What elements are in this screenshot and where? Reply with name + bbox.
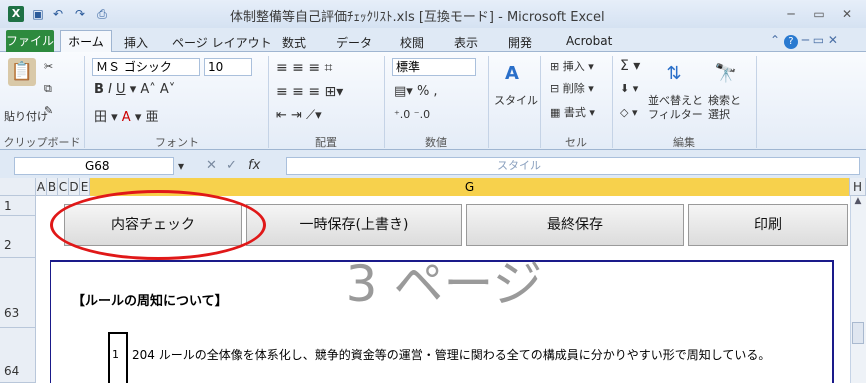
- name-box-dropdown-icon[interactable]: ▾: [178, 159, 184, 173]
- formula-enter-icon[interactable]: ✓: [226, 158, 237, 173]
- tab-view[interactable]: 表示: [454, 34, 478, 52]
- tab-developer[interactable]: 開発: [508, 34, 532, 52]
- print-preview-icon[interactable]: ⎙: [94, 6, 110, 22]
- section-heading: 【ルールの周知について】: [72, 294, 228, 309]
- temporary-save-button[interactable]: 一時保存(上書き): [246, 204, 462, 246]
- styles-icon[interactable]: A: [498, 60, 526, 88]
- help-icon[interactable]: ?: [783, 35, 798, 49]
- group-separator: [488, 56, 489, 148]
- autosum-icon[interactable]: Σ ▾: [620, 58, 640, 74]
- styles-button[interactable]: スタイル: [494, 92, 538, 108]
- find-select-icon[interactable]: 🔭: [712, 60, 740, 88]
- find-select-label-2[interactable]: 選択: [708, 106, 730, 122]
- font-border-fill-buttons[interactable]: 田 ▾ A ▾ 亜: [94, 106, 159, 125]
- cells-group-label: セル: [565, 136, 587, 149]
- vertical-scrollbar[interactable]: [850, 196, 866, 383]
- formula-input[interactable]: スタイル: [286, 157, 860, 175]
- sort-filter-label-2[interactable]: フィルター: [648, 106, 703, 122]
- redo-icon[interactable]: ↷: [72, 6, 88, 22]
- restore-icon[interactable]: ▭: [808, 6, 830, 22]
- delete-cells-button[interactable]: ⊟ 削除 ▾: [550, 80, 594, 96]
- group-separator: [612, 56, 613, 148]
- tab-review[interactable]: 校閲: [400, 34, 424, 52]
- page-watermark: 3 ページ: [345, 255, 543, 313]
- scroll-up-icon[interactable]: ▲: [851, 196, 865, 210]
- row-header-2[interactable]: 2: [0, 216, 36, 258]
- column-header-e[interactable]: E: [80, 178, 90, 196]
- scrollbar-thumb[interactable]: [852, 322, 864, 344]
- font-name-select[interactable]: ＭＳ ゴシック: [92, 58, 200, 76]
- clear-icon[interactable]: ◇ ▾: [620, 106, 637, 119]
- minimize-icon[interactable]: ─: [780, 6, 802, 22]
- final-save-button[interactable]: 最終保存: [466, 204, 684, 246]
- row-header-63[interactable]: 63: [0, 258, 36, 328]
- row-header-1[interactable]: 1: [0, 196, 36, 216]
- group-separator: [540, 56, 541, 148]
- item-number: 1: [112, 348, 119, 361]
- tab-acrobat[interactable]: Acrobat: [566, 34, 612, 52]
- excel-app-icon[interactable]: X: [8, 6, 24, 22]
- group-separator: [756, 56, 757, 148]
- format-painter-icon[interactable]: ✎: [44, 104, 53, 117]
- group-separator: [384, 56, 385, 148]
- group-separator: [84, 56, 85, 148]
- number-format-select[interactable]: 標準: [392, 58, 476, 76]
- paste-icon[interactable]: 📋: [8, 58, 36, 86]
- insert-cells-button[interactable]: ⊞ 挿入 ▾: [550, 58, 594, 74]
- tab-file[interactable]: ファイル: [6, 30, 54, 52]
- insert-function-icon[interactable]: fx: [248, 158, 260, 173]
- checklist-item-text: 204 ルールの全体像を体系化し、競争的資金等の運営・管理に関わる全ての構成員に…: [132, 348, 771, 362]
- tab-data[interactable]: データ: [336, 34, 372, 52]
- number-group-label: 数値: [425, 136, 447, 149]
- column-header-a[interactable]: A: [36, 178, 47, 196]
- column-header-d[interactable]: D: [69, 178, 80, 196]
- sort-filter-icon[interactable]: ⇅: [660, 60, 688, 88]
- decimal-buttons[interactable]: ⁺.0 ⁻.0: [394, 108, 430, 121]
- clipboard-group-label: クリップボード: [3, 136, 81, 149]
- cut-icon[interactable]: ✂: [44, 60, 53, 73]
- column-header-h[interactable]: H: [850, 178, 866, 196]
- ribbon-window-controls[interactable]: ⌃ ? ─ ▭ ✕: [770, 33, 860, 49]
- paste-button[interactable]: 貼り付け: [4, 108, 48, 124]
- font-format-buttons[interactable]: B I U ▾ A˄ A˅: [94, 82, 175, 97]
- row-header-64[interactable]: 64: [0, 328, 36, 383]
- save-icon[interactable]: ▣: [30, 6, 46, 22]
- tab-page-layout[interactable]: ページ レイアウト: [172, 34, 272, 52]
- alignment-group-label: 配置: [315, 136, 337, 149]
- window-title: 体制整備等自己評価ﾁｪｯｸﾘｽﾄ.xls [互換モード] - Microsoft…: [230, 10, 605, 25]
- tab-insert[interactable]: 挿入: [124, 34, 148, 52]
- vertical-align-buttons[interactable]: ≡ ≡ ≡ ⌗: [276, 60, 332, 76]
- copy-icon[interactable]: ⧉: [44, 82, 52, 96]
- close-icon[interactable]: ✕: [836, 6, 858, 22]
- column-header-c[interactable]: C: [58, 178, 69, 196]
- formula-cancel-icon[interactable]: ✕: [206, 158, 217, 173]
- name-box[interactable]: G68: [14, 157, 174, 175]
- fill-icon[interactable]: ⬇ ▾: [620, 82, 638, 95]
- undo-icon[interactable]: ↶: [50, 6, 66, 22]
- highlight-ellipse: [50, 190, 266, 260]
- format-cells-button[interactable]: ▦ 書式 ▾: [550, 104, 595, 120]
- number-format-buttons[interactable]: ▤▾ % ,: [394, 84, 438, 99]
- tab-formulas[interactable]: 数式: [282, 34, 306, 52]
- horizontal-align-buttons[interactable]: ≡ ≡ ≡ ⊞▾: [276, 84, 343, 100]
- tab-home[interactable]: ホーム: [60, 30, 112, 53]
- column-header-b[interactable]: B: [47, 178, 58, 196]
- group-separator: [268, 56, 269, 148]
- font-size-select[interactable]: 10: [204, 58, 252, 76]
- indent-buttons[interactable]: ⇤ ⇥ ⟋▾: [276, 108, 322, 123]
- editing-group-label: 編集: [673, 136, 695, 149]
- print-button[interactable]: 印刷: [688, 204, 848, 246]
- select-all-corner[interactable]: [0, 178, 36, 196]
- font-group-label: フォント: [155, 136, 199, 149]
